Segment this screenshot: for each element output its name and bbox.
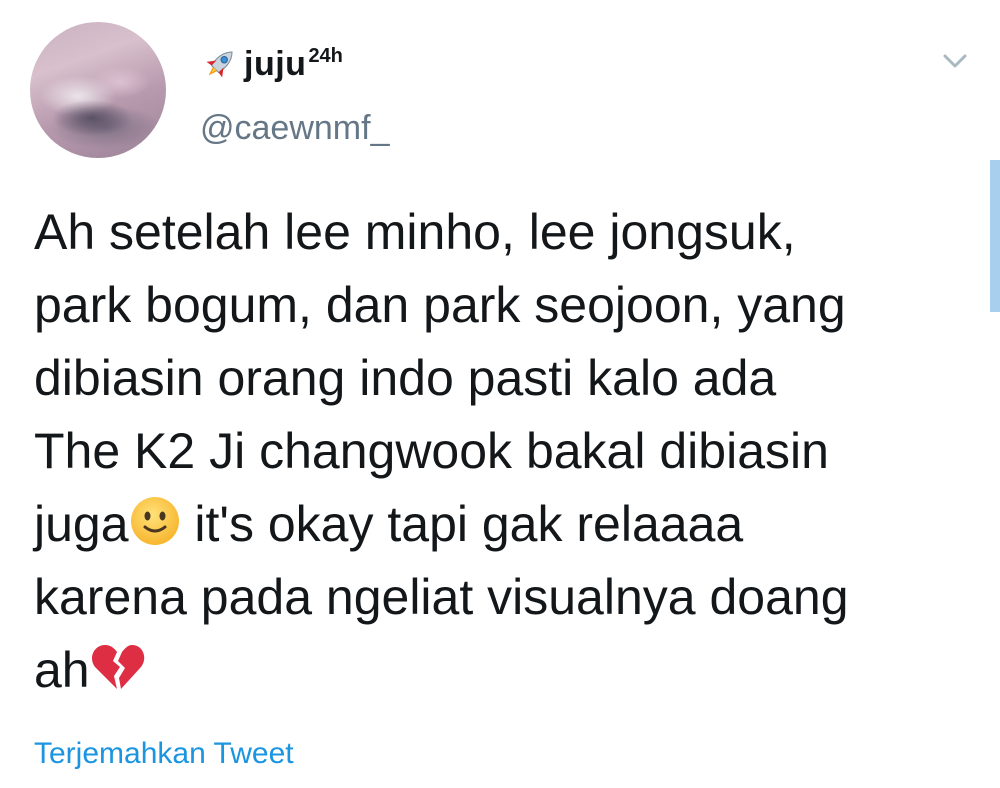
display-name-superscript: 24h: [308, 45, 343, 67]
tweet-line-text: juga: [34, 496, 129, 552]
tweet-line: park bogum, dan park seojoon, yang: [34, 277, 846, 333]
slightly-smiling-face-icon: [130, 497, 179, 545]
tweet-card: juju 24h @caewnmf_ Ah setelah lee minho,…: [0, 0, 1000, 788]
display-name-text: juju: [244, 45, 307, 83]
tweet-line: Ah setelah lee minho, lee jongsuk,: [34, 204, 796, 260]
avatar[interactable]: [30, 22, 166, 158]
tweet-line: karena pada ngeliat visualnya doang: [34, 569, 849, 625]
rocket-icon: [206, 51, 233, 78]
broken-heart-icon: [91, 645, 144, 689]
scroll-indicator[interactable]: [990, 160, 1000, 312]
tweet-line: juga it's okay tapi gak relaaaa: [34, 488, 984, 561]
tweet-line: ah: [34, 634, 984, 707]
tweet-text: Ah setelah lee minho, lee jongsuk, park …: [34, 196, 984, 707]
tweet-line-text: ah: [34, 642, 90, 698]
display-name[interactable]: juju 24h: [200, 44, 343, 84]
tweet-line: The K2 Ji changwook bakal dibiasin: [34, 423, 829, 479]
chevron-down-icon[interactable]: [938, 46, 972, 76]
tweet-line-text: it's okay tapi gak relaaaa: [180, 496, 744, 552]
user-handle[interactable]: @caewnmf_: [200, 108, 389, 148]
translate-tweet-link[interactable]: Terjemahkan Tweet: [34, 736, 294, 772]
tweet-line: dibiasin orang indo pasti kalo ada: [34, 350, 777, 406]
